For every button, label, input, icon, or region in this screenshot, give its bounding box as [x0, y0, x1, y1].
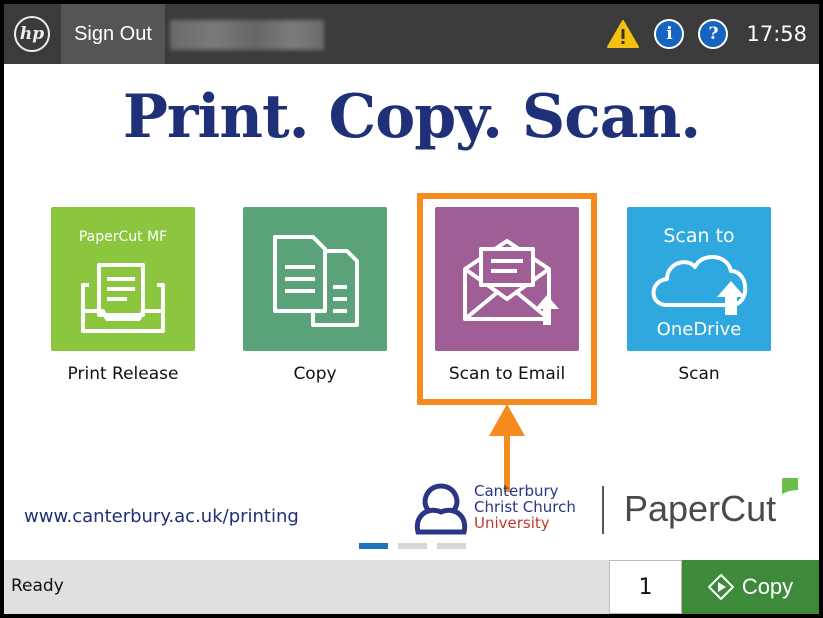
print-release-tile[interactable]: PaperCut MF [51, 207, 195, 351]
sign-out-button[interactable]: Sign Out [61, 4, 165, 64]
hp-logo: hp [14, 16, 50, 52]
info-icon[interactable]: i [654, 19, 685, 49]
papercut-mf-brand: PaperCut MF [78, 229, 168, 245]
page-dot-1[interactable] [359, 543, 388, 549]
copy-button[interactable]: Copy [682, 560, 819, 614]
page-dot-3[interactable] [437, 543, 466, 549]
page-dot-2[interactable] [398, 543, 427, 549]
clock: 17:58 [746, 22, 807, 46]
status-icons: i ? 17:58 [606, 4, 819, 64]
highlight-box [417, 193, 597, 405]
scan-label: Scan [678, 364, 720, 384]
ccu-name: Canterbury Christ Church University [474, 483, 576, 531]
top-bar: hp Sign Out i ? 17:58 [4, 4, 819, 64]
papercut-leaf-icon [782, 478, 798, 494]
ccu-logo-icon [414, 483, 468, 535]
copy-label: Copy [293, 364, 337, 384]
papercut-logo: PaperCut [624, 488, 777, 529]
printer-screen: hp Sign Out i ? 17:58 Print. Copy. Scan. [4, 4, 819, 614]
copy-tile[interactable] [243, 207, 387, 351]
logo-divider [602, 486, 604, 534]
status-text: Ready [11, 576, 64, 596]
hp-logo-area: hp [4, 4, 60, 64]
ccu-line-1: Canterbury [474, 482, 559, 500]
page-indicator [359, 543, 466, 549]
ccu-line-2: Christ Church [474, 498, 576, 516]
scan-to-onedrive-tile[interactable]: Scan to OneDrive [627, 207, 771, 351]
help-icon[interactable]: ? [698, 19, 729, 49]
print-release-label: Print Release [67, 364, 179, 384]
start-diamond-icon [707, 574, 734, 600]
ccu-line-3: University [474, 514, 550, 532]
bottom-bar: Ready 1 Copy [4, 560, 819, 614]
printing-url: www.canterbury.ac.uk/printing [24, 506, 299, 527]
copy-documents-icon [273, 235, 359, 327]
redacted-username [170, 20, 324, 50]
onedrive-caption: OneDrive [656, 319, 742, 340]
page-headline: Print. Copy. Scan. [122, 82, 701, 152]
warning-icon[interactable] [606, 19, 640, 49]
copies-count-field[interactable]: 1 [609, 560, 682, 614]
copy-button-label: Copy [741, 574, 794, 599]
